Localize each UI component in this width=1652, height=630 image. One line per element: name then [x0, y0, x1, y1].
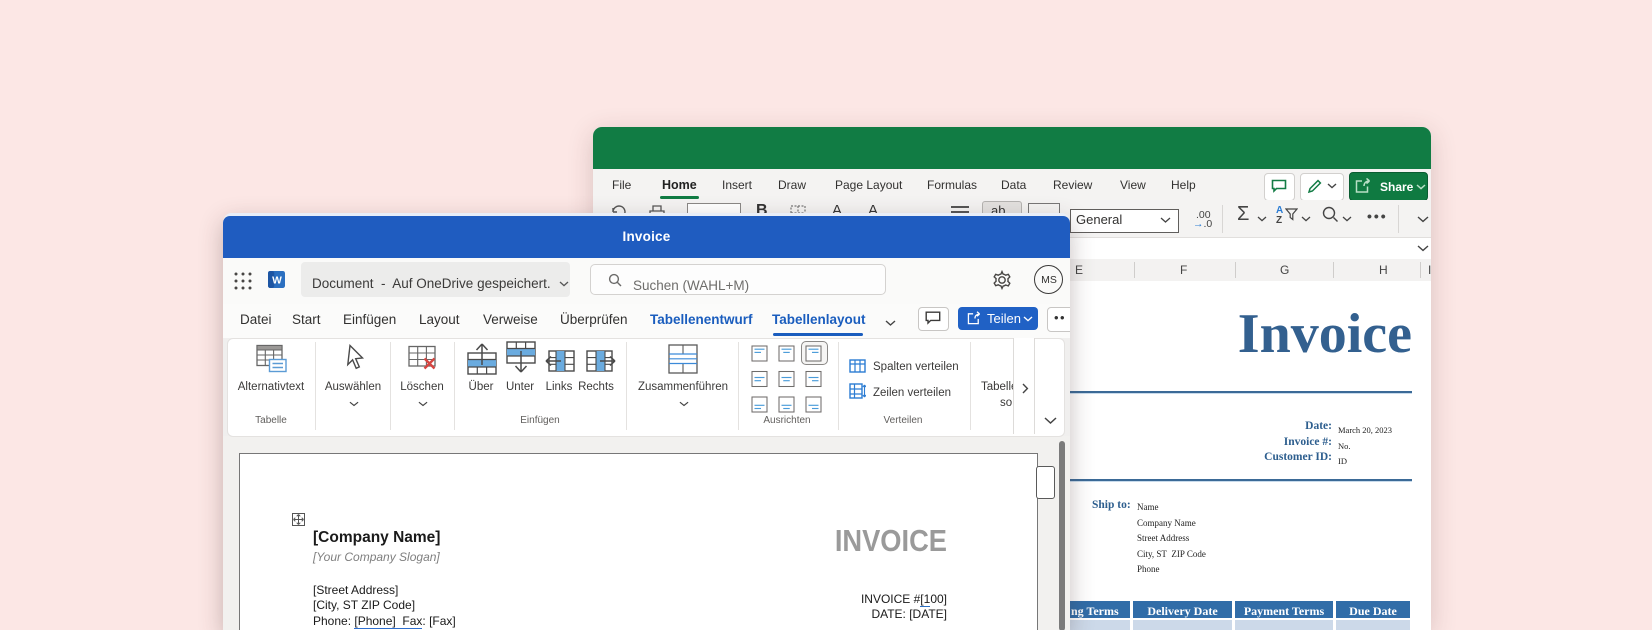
svg-text:W: W: [272, 276, 282, 287]
